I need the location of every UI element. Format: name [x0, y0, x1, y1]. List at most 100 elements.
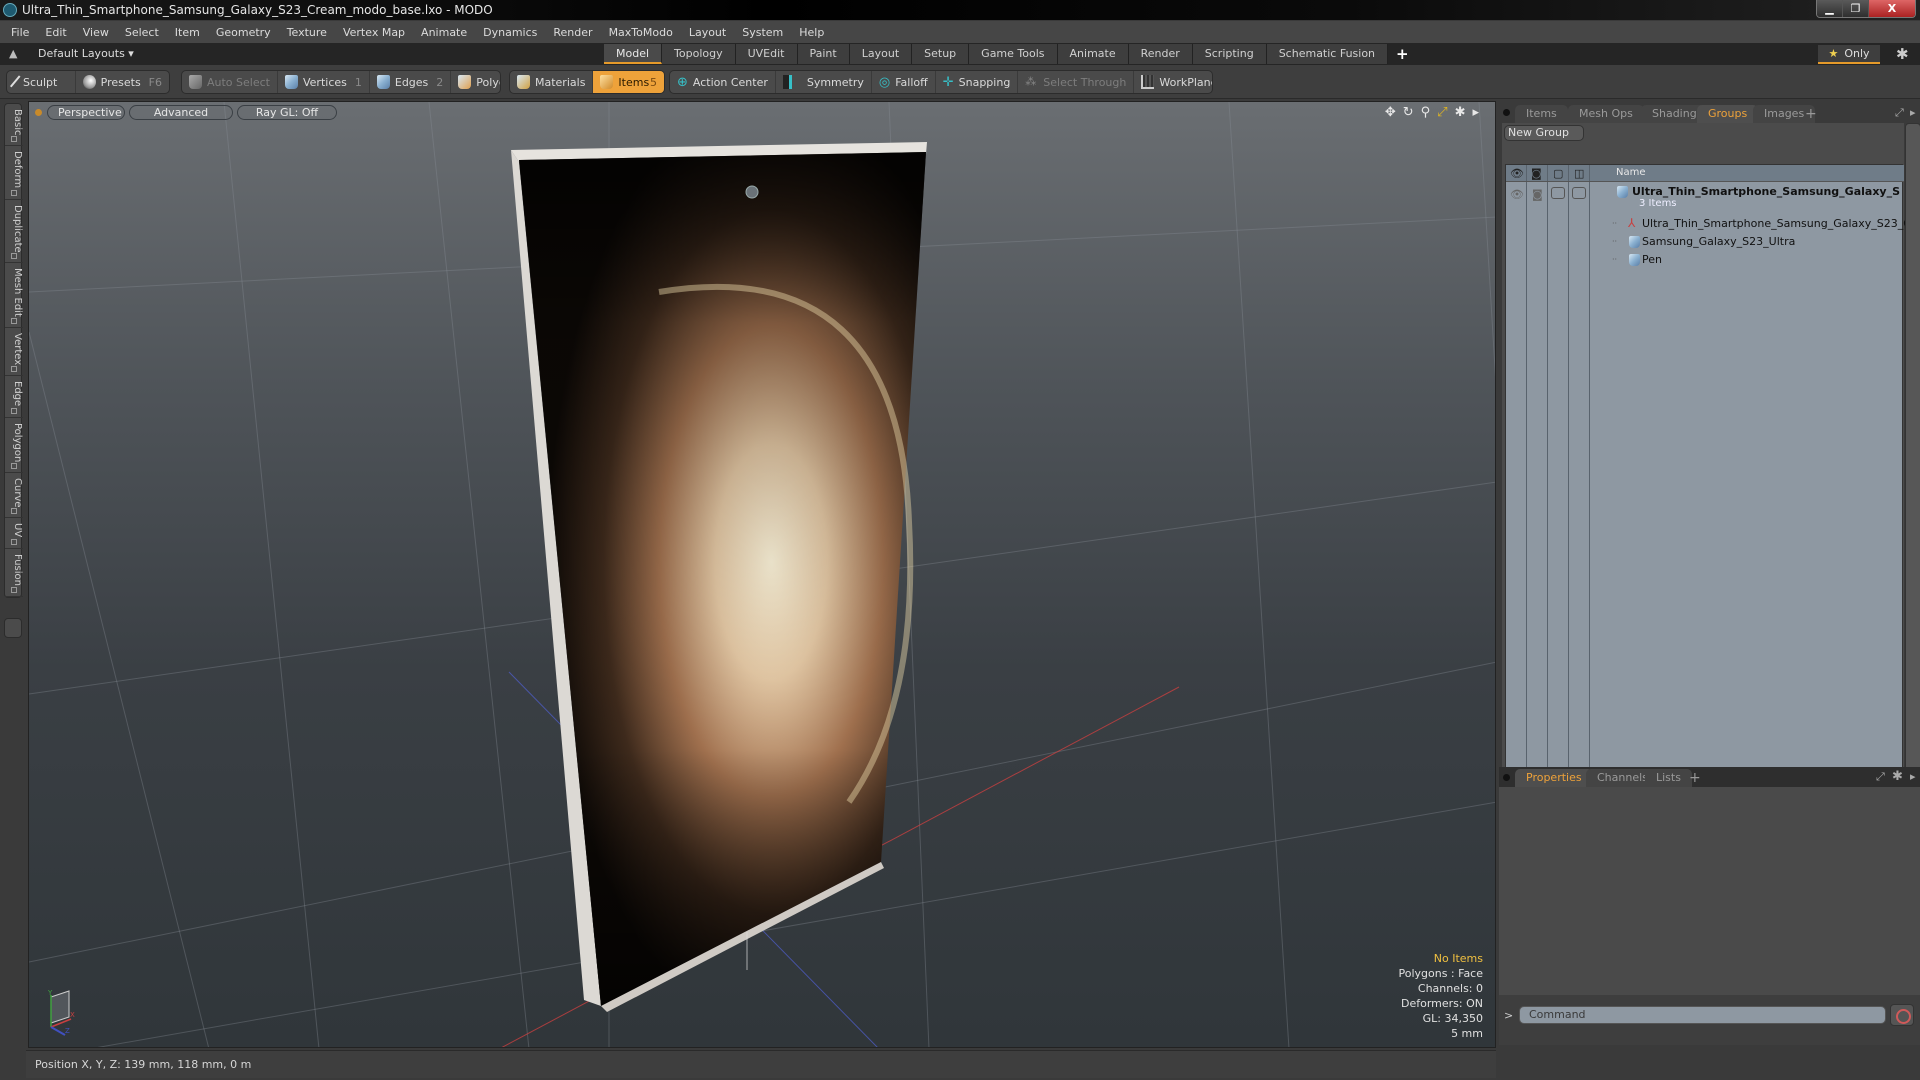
tab-layout[interactable]: Layout — [849, 44, 913, 64]
left-tab-mesh-edit[interactable]: Mesh Edit — [5, 263, 23, 329]
default-layouts-dropdown[interactable]: Default Layouts ▾ — [38, 47, 134, 60]
left-tab-duplicate[interactable]: Duplicate — [5, 200, 23, 264]
add-tab-button[interactable]: + — [1388, 44, 1417, 65]
expand-props-icon[interactable]: ⤢ — [1876, 770, 1885, 784]
snapping-label: Snapping — [958, 75, 1011, 89]
sculpt-button[interactable]: Sculpt — [7, 71, 76, 93]
command-input[interactable]: Command — [1519, 1006, 1886, 1024]
vertices-button[interactable]: Vertices 1 — [278, 71, 370, 93]
perspective-button[interactable]: Perspective — [47, 105, 125, 120]
zoom-icon[interactable]: ⚲ — [1421, 105, 1431, 120]
props-arrow-icon[interactable]: ▸ — [1910, 770, 1916, 783]
edges-button[interactable]: Edges 2 — [370, 71, 452, 93]
symmetry-button[interactable]: Symmetry — [776, 71, 872, 93]
only-toggle[interactable]: ★ Only — [1818, 45, 1880, 64]
left-tab-uv[interactable]: UV — [5, 518, 23, 549]
menu-system[interactable]: System — [742, 26, 783, 39]
viewport-menu-dot[interactable] — [35, 109, 42, 116]
menu-geometry[interactable]: Geometry — [216, 26, 271, 39]
tab-paint[interactable]: Paint — [797, 44, 850, 64]
menu-layout[interactable]: Layout — [689, 26, 726, 39]
left-tab-deform[interactable]: Deform — [5, 146, 23, 200]
left-tab-polygon[interactable]: Polygon — [5, 418, 23, 473]
visibility-eye-icon[interactable]: 👁 — [1510, 188, 1524, 201]
props-gear-icon[interactable]: ✱ — [1892, 769, 1903, 784]
rotate-icon[interactable]: ↻ — [1403, 105, 1414, 120]
menu-view[interactable]: View — [83, 26, 109, 39]
left-tab-extra[interactable] — [4, 618, 22, 638]
snapping-button[interactable]: ✛ Snapping — [936, 71, 1019, 93]
left-tab-edge[interactable]: Edge — [5, 376, 23, 418]
menu-maxtomodo[interactable]: MaxToModo — [609, 26, 673, 39]
expand-arrow-icon[interactable]: ▸ — [1472, 105, 1479, 120]
tab-uvedit[interactable]: UVEdit — [735, 44, 798, 64]
raygl-button[interactable]: Ray GL: Off — [237, 105, 337, 120]
presets-button[interactable]: Presets F6 — [76, 71, 169, 93]
menu-animate[interactable]: Animate — [421, 26, 467, 39]
tab-model[interactable]: Model — [604, 44, 663, 64]
expand-panel-icon[interactable]: ⤢ — [1895, 106, 1904, 120]
panel-menu-dot[interactable] — [1503, 109, 1510, 116]
3d-viewport[interactable]: Perspective Advanced Ray GL: Off ✥ ↻ ⚲ ⤢… — [28, 101, 1496, 1048]
menu-dynamics[interactable]: Dynamics — [483, 26, 537, 39]
new-group-button[interactable]: New Group — [1504, 125, 1584, 141]
menu-texture[interactable]: Texture — [287, 26, 327, 39]
tab-mesh-ops[interactable]: Mesh Ops — [1568, 105, 1644, 123]
tab-schematic-fusion[interactable]: Schematic Fusion — [1266, 44, 1389, 64]
left-tab-basic[interactable]: Basic — [5, 104, 23, 147]
group-item-count: 3 Items — [1639, 198, 1677, 209]
minimize-button[interactable]: ▁ — [1817, 0, 1843, 17]
tab-animate[interactable]: Animate — [1057, 44, 1129, 64]
fit-icon[interactable]: ⤢ — [1437, 105, 1447, 120]
render-camera-icon[interactable]: ◙ — [1532, 188, 1543, 201]
polygons-button[interactable]: Polygons — [451, 71, 500, 93]
tree-row-item[interactable]: ·· Samsung_Galaxy_S23_Ultra — [1506, 233, 1904, 251]
close-button[interactable]: X — [1869, 0, 1915, 17]
menu-select[interactable]: Select — [125, 26, 159, 39]
add-panel-tab[interactable]: + — [1801, 105, 1821, 123]
workplane-button[interactable]: WorkPlane — [1134, 71, 1212, 93]
layout-collapse-icon[interactable]: ▲ — [9, 47, 17, 60]
materials-button[interactable]: Materials — [510, 71, 594, 93]
gear-icon[interactable]: ✱ — [1896, 45, 1909, 63]
props-menu-dot[interactable] — [1503, 774, 1510, 781]
pan-icon[interactable]: ✥ — [1385, 105, 1396, 120]
auto-select-button[interactable]: Auto Select — [182, 71, 278, 93]
tree-row-item[interactable]: ·· Pen — [1506, 251, 1904, 269]
record-macro-button[interactable] — [1890, 1004, 1914, 1026]
col-select[interactable]: ◫ — [1569, 165, 1590, 181]
left-tab-fusion[interactable]: Fusion — [5, 549, 23, 597]
panel-arrow-icon[interactable]: ▸ — [1910, 106, 1916, 119]
tab-setup[interactable]: Setup — [912, 44, 970, 64]
tab-game-tools[interactable]: Game Tools — [969, 44, 1058, 64]
tab-properties[interactable]: Properties — [1515, 769, 1593, 787]
menu-item[interactable]: Item — [175, 26, 200, 39]
tab-groups[interactable]: Groups — [1697, 105, 1759, 123]
items-button[interactable]: Items 5 — [593, 71, 664, 93]
col-render[interactable]: ◙ — [1527, 165, 1548, 181]
viewport-settings-icon[interactable]: ✱ — [1455, 105, 1466, 120]
tab-items[interactable]: Items — [1515, 105, 1568, 123]
tree-row-item[interactable]: ·· ⅄ Ultra_Thin_Smartphone_Samsung_Galax… — [1506, 215, 1920, 233]
tree-row-group[interactable]: 👁 ◙ Ultra_Thin_Smartphone_Samsung_Galaxy… — [1506, 183, 1916, 211]
menu-file[interactable]: File — [11, 26, 29, 39]
tab-render[interactable]: Render — [1128, 44, 1193, 64]
select-through-button[interactable]: ⁂ Select Through — [1018, 71, 1135, 93]
col-lock[interactable]: ▢ — [1548, 165, 1569, 181]
restore-button[interactable]: ❐ — [1843, 0, 1869, 17]
left-tab-vertex[interactable]: Vertex — [5, 328, 23, 377]
menu-help[interactable]: Help — [799, 26, 824, 39]
menu-render[interactable]: Render — [553, 26, 592, 39]
falloff-button[interactable]: ◎ Falloff — [872, 71, 936, 93]
action-center-button[interactable]: ⊕ Action Center — [670, 71, 776, 93]
left-tab-curve[interactable]: Curve — [5, 473, 23, 519]
col-visibility[interactable]: 👁 — [1506, 165, 1527, 181]
add-props-tab[interactable]: + — [1685, 769, 1705, 787]
lock-toggle[interactable] — [1551, 187, 1565, 199]
tab-topology[interactable]: Topology — [662, 44, 736, 64]
shading-button[interactable]: Advanced — [129, 105, 233, 120]
menu-vertex-map[interactable]: Vertex Map — [343, 26, 405, 39]
menu-edit[interactable]: Edit — [45, 26, 66, 39]
tab-scripting[interactable]: Scripting — [1192, 44, 1267, 64]
select-toggle[interactable] — [1572, 187, 1586, 199]
